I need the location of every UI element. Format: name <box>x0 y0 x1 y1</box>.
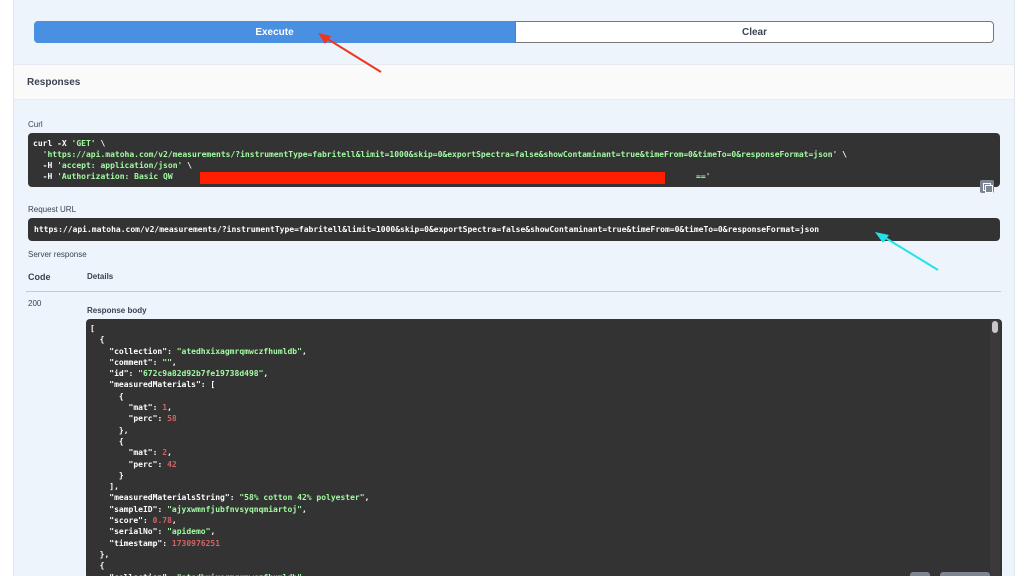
copy-to-clipboard-button[interactable] <box>910 572 930 576</box>
json-line: "sampleID": "ajyxwmnfjubfnvsyqnqmiartoj"… <box>109 504 307 514</box>
json-line: "measuredMaterialsString": "58% cotton 4… <box>109 493 370 503</box>
json-line: "collection": "atedhxixagmrqmwczfhumldb" <box>90 572 998 576</box>
response-body-label: Response body <box>87 306 147 315</box>
table-divider <box>26 291 1001 292</box>
json-line: } <box>90 470 124 480</box>
curl-line: curl -X 'GET' \ <box>33 139 106 148</box>
responses-title: Responses <box>27 77 81 88</box>
curl-line: -H 'accept: application/json' \ <box>33 161 192 170</box>
responses-header: Responses <box>14 64 1014 100</box>
curl-line: 'https://api.matoha.com/v2/measurements/… <box>42 150 847 159</box>
json-line: "mat": 1, <box>128 403 172 413</box>
redaction-bar <box>200 172 665 184</box>
json-line: "comment": "", <box>109 357 177 367</box>
details-column-header: Details <box>87 272 114 281</box>
scrollbar-thumb[interactable] <box>992 321 998 333</box>
response-code: 200 <box>28 299 42 308</box>
execute-row: Execute Clear <box>34 21 994 43</box>
json-line: { <box>90 335 105 345</box>
execute-button[interactable]: Execute <box>34 21 515 43</box>
clear-button[interactable]: Clear <box>515 21 994 43</box>
download-button[interactable] <box>940 572 990 576</box>
code-column-header: Code <box>28 272 51 282</box>
json-line: { <box>90 391 124 401</box>
request-url-block[interactable]: https://api.matoha.com/v2/measurements/?… <box>28 218 1000 241</box>
curl-auth-tail: ==' <box>696 172 711 181</box>
json-line: }, <box>90 549 110 559</box>
json-line: "perc": 58 <box>128 414 177 424</box>
response-body-scrollbar[interactable] <box>990 320 1000 576</box>
json-line: "score": 0.78, <box>109 516 177 526</box>
json-line: "id": "672c9a82d92b7fe19738d498", <box>109 369 269 379</box>
json-line: "collection": "atedhxixagmrqmwczfhumldb"… <box>109 346 307 356</box>
json-line: "perc": 42 <box>128 459 177 469</box>
json-line: [ <box>90 324 95 333</box>
response-body-block[interactable]: [ { "collection": "atedhxixagmrqmwczfhum… <box>86 319 1002 576</box>
json-line: { <box>90 561 105 571</box>
request-url-label: Request URL <box>28 205 77 214</box>
server-response-label: Server response <box>28 250 87 259</box>
json-line: "mat": 2, <box>128 448 172 458</box>
copy-icon[interactable] <box>980 180 994 193</box>
json-line: ], <box>90 482 119 492</box>
json-line: "measuredMaterials": [ <box>109 380 216 390</box>
json-line: "timestamp": 1730976251 <box>109 538 221 548</box>
json-line: "serialNo": "apidemo", <box>109 527 216 537</box>
curl-label: Curl <box>28 120 43 129</box>
json-line: { <box>90 436 124 446</box>
json-line: }, <box>90 425 129 435</box>
